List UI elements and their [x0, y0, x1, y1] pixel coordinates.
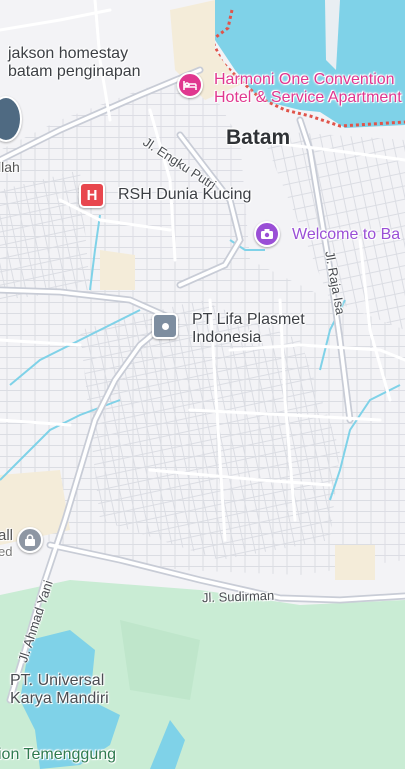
hotel-label-line2: Hotel & Service Apartment — [214, 88, 402, 106]
camera-icon — [261, 229, 273, 239]
bed-icon — [183, 81, 197, 90]
hospital-marker[interactable]: H — [79, 182, 105, 208]
park-label: ion Temenggung — [0, 746, 117, 763]
hotel-label-line1: Harmoni One Convention — [214, 71, 395, 88]
company-label-line2: Karya Mandiri — [10, 689, 109, 707]
hospital-h-icon: H — [86, 186, 98, 204]
mall-marker[interactable] — [17, 527, 43, 553]
business-dot-icon — [161, 322, 169, 330]
company-label-line1: PT. Universal — [10, 672, 105, 689]
business-label-line1: PT Lifa Plasmet — [192, 311, 305, 328]
business-label-line2: Indonesia — [192, 328, 262, 346]
left-partial-label-2: all — [0, 527, 14, 544]
shopping-bag-icon — [25, 533, 35, 546]
attraction-marker[interactable] — [254, 221, 280, 247]
business-label[interactable]: PT Lifa Plasmet Indonesia — [192, 311, 305, 346]
attraction-label[interactable]: Welcome to Ba — [292, 226, 400, 244]
map-canvas[interactable]: jakson homestay batam penginapan llah Ha… — [0, 0, 405, 769]
homestay-label-line1: jakson homestay — [8, 45, 129, 62]
homestay-label-line2: batam penginapan — [8, 62, 141, 80]
map-base-layer — [0, 0, 405, 769]
homestay-label[interactable]: jakson homestay batam penginapan — [8, 45, 141, 80]
hotel-label[interactable]: Harmoni One Convention Hotel & Service A… — [214, 71, 402, 106]
left-partial-label-1: llah — [0, 159, 20, 175]
business-marker[interactable] — [152, 313, 178, 339]
left-partial-label-3: ed — [0, 544, 13, 559]
city-label: Batam — [226, 126, 291, 149]
hospital-label[interactable]: RSH Dunia Kucing — [118, 186, 251, 204]
road-label-sudirman: Jl. Sudirman — [201, 587, 275, 606]
company-label[interactable]: PT. Universal Karya Mandiri — [10, 672, 109, 707]
hotel-marker[interactable] — [177, 72, 203, 98]
